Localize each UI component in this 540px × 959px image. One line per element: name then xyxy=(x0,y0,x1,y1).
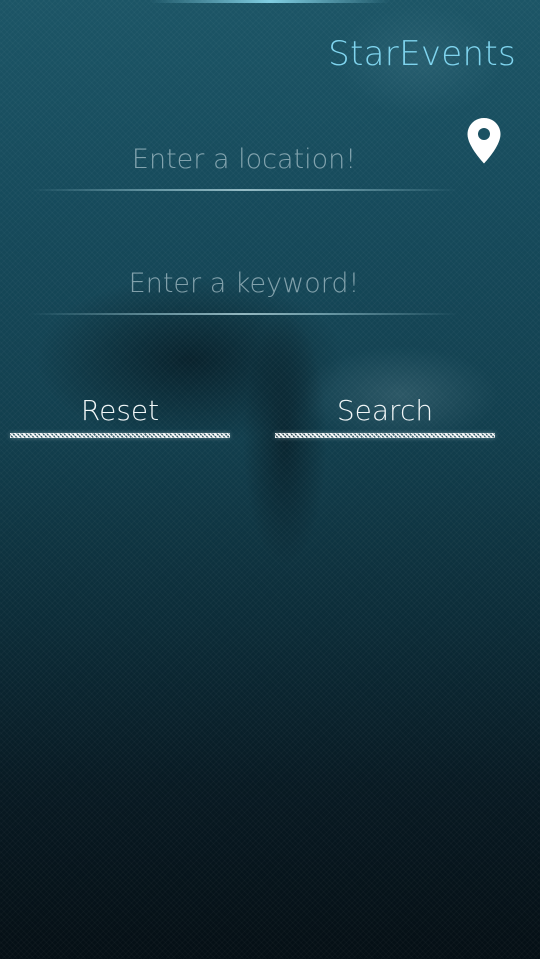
keyword-input[interactable] xyxy=(30,255,458,311)
search-button-highlight xyxy=(275,433,495,438)
top-pulley-indicator xyxy=(150,0,390,3)
reset-button-label: Reset xyxy=(80,394,160,427)
location-input[interactable] xyxy=(30,131,458,187)
keyword-input-underline xyxy=(30,313,458,315)
search-button-label: Search xyxy=(336,394,434,427)
page-title: StarEvents xyxy=(328,34,516,74)
reset-button-highlight xyxy=(10,433,230,438)
location-field[interactable] xyxy=(30,131,458,191)
search-button[interactable]: Search xyxy=(275,394,495,446)
reset-button[interactable]: Reset xyxy=(10,394,230,446)
app-screen: StarEvents Reset Search xyxy=(0,0,540,959)
keyword-field[interactable] xyxy=(30,255,458,315)
map-pin-icon[interactable] xyxy=(466,117,502,165)
location-input-underline xyxy=(30,189,458,191)
